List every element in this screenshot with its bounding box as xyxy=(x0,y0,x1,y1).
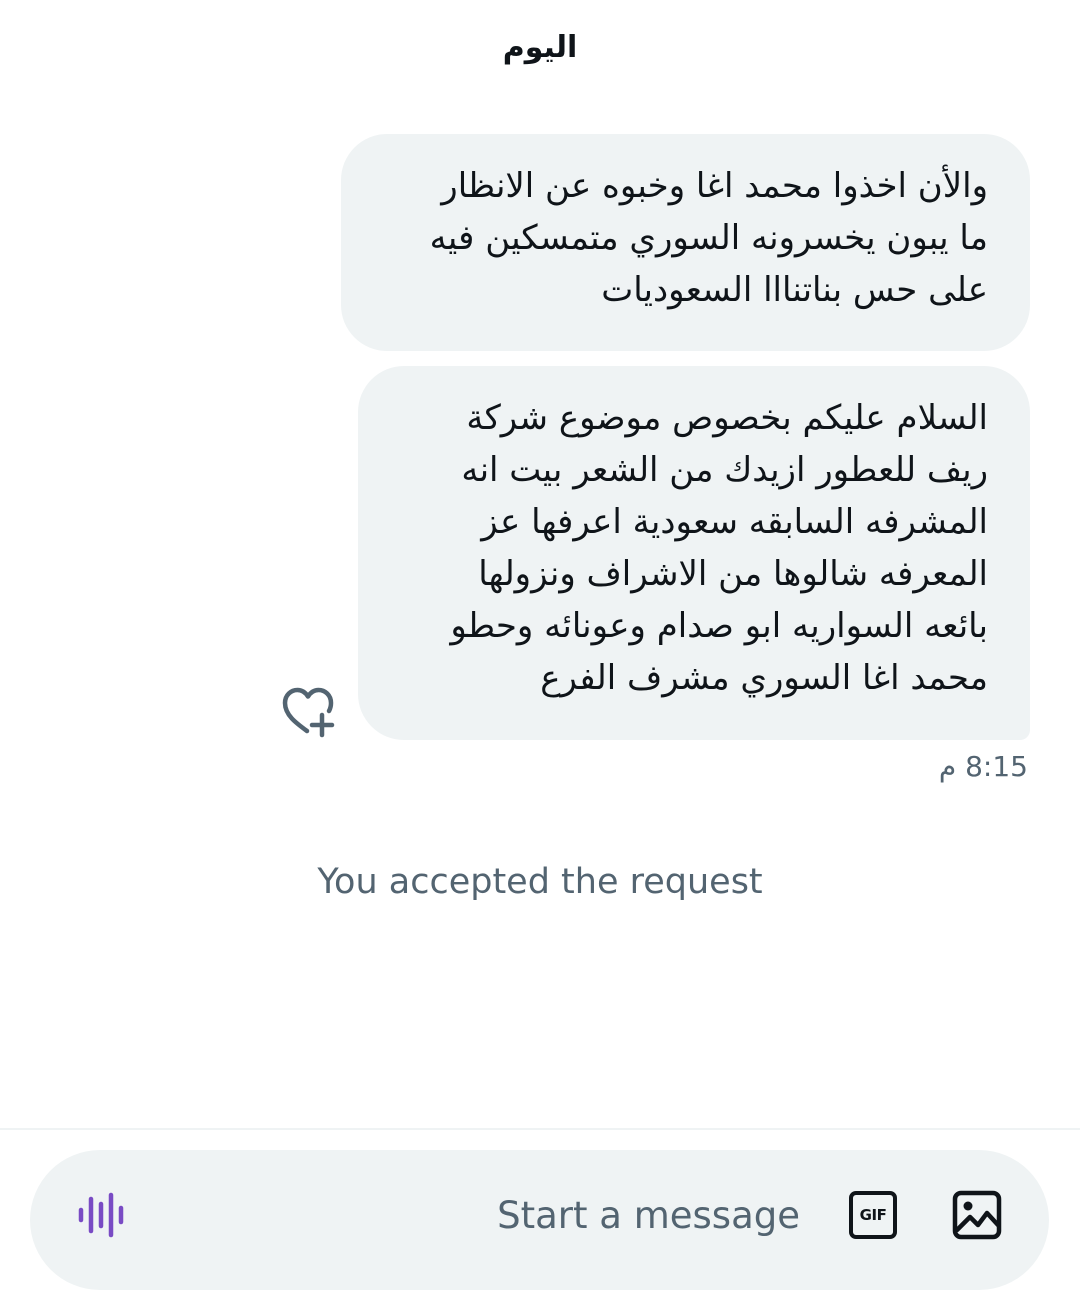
message-timestamp: 8:15 م xyxy=(938,750,1028,783)
message-input[interactable] xyxy=(420,1188,800,1242)
voice-message-button[interactable] xyxy=(72,1186,130,1244)
audio-waveform-icon xyxy=(78,1192,124,1238)
message-line: المشرفه السابقه سعودية اعرفها عز xyxy=(481,502,988,542)
message-line: بائعه السواريه ابو صدام وعونائه وحطو xyxy=(450,606,988,646)
media-button[interactable] xyxy=(951,1189,1003,1241)
gif-button[interactable]: GIF xyxy=(849,1191,897,1239)
gif-icon: GIF xyxy=(859,1206,887,1224)
system-message: You accepted the request xyxy=(317,862,763,902)
message-line: المعرفه شالوها من الاشراف ونزولها xyxy=(478,554,988,594)
add-reaction-button[interactable] xyxy=(278,682,338,742)
image-icon xyxy=(952,1190,1002,1240)
message-line: السلام عليكم بخصوص موضوع شركة xyxy=(466,398,988,438)
message-line: والأن اخذوا محمد اغا وخبوه عن الانظار xyxy=(441,166,988,206)
message-bubble[interactable]: السلام عليكم بخصوص موضوع شركة ريف للعطور… xyxy=(358,366,1030,740)
date-separator: اليوم xyxy=(502,30,578,65)
message-bubble[interactable]: والأن اخذوا محمد اغا وخبوه عن الانظار ما… xyxy=(341,134,1030,351)
message-line: ريف للعطور ازيدك من الشعر بيت انه xyxy=(461,450,988,490)
message-line: محمد اغا السوري مشرف الفرع xyxy=(540,658,988,698)
composer-divider xyxy=(0,1128,1080,1130)
message-line: على حس بناتنااا السعوديات xyxy=(601,270,988,310)
heart-plus-icon xyxy=(282,687,335,738)
message-line: ما يبون يخسرونه السوري متمسكين فيه xyxy=(429,218,988,258)
